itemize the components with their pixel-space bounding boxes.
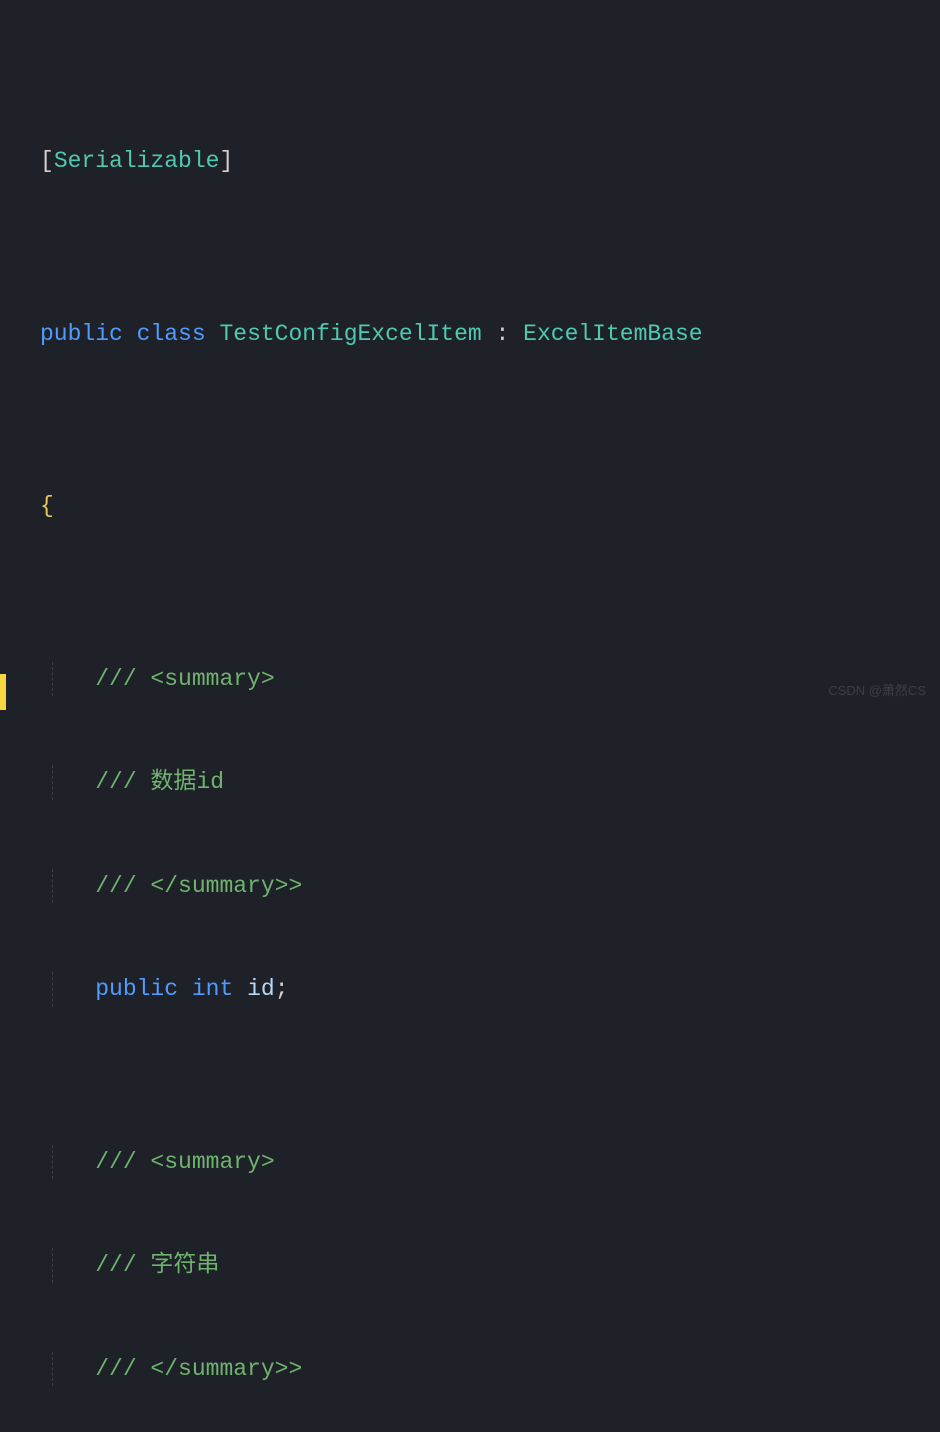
xml-doc: /// 数据id: [95, 769, 224, 795]
code-line: /// <summary>: [0, 662, 940, 697]
keyword-public: public: [40, 321, 123, 347]
xml-doc: /// </summary>>: [95, 873, 302, 899]
code-line: {: [0, 489, 940, 524]
code-line: /// <summary>: [0, 1145, 940, 1180]
xml-doc: /// 字符串: [95, 1252, 219, 1278]
code-editor[interactable]: [Serializable] public class TestConfigEx…: [0, 0, 940, 1432]
base-class: ExcelItemBase: [523, 321, 702, 347]
code-line: /// </summary>>: [0, 869, 940, 904]
code-line: /// </summary>>: [0, 1352, 940, 1387]
code-line: public int id;: [0, 972, 940, 1007]
attribute-name: Serializable: [54, 148, 220, 174]
xml-doc: /// <summary>: [95, 1149, 274, 1175]
gutter-highlight: [0, 674, 6, 710]
bracket-close: ]: [219, 148, 233, 174]
colon: :: [496, 321, 510, 347]
keyword-class: class: [137, 321, 206, 347]
keyword-public: public: [95, 976, 178, 1002]
code-line: public class TestConfigExcelItem : Excel…: [0, 317, 940, 352]
bracket-open: [: [40, 148, 54, 174]
class-name: TestConfigExcelItem: [219, 321, 481, 347]
type-keyword: int: [192, 976, 233, 1002]
xml-doc: /// </summary>>: [95, 1356, 302, 1382]
brace-open: {: [40, 493, 54, 519]
xml-doc: /// <summary>: [95, 666, 274, 692]
field-name: id: [247, 976, 275, 1002]
semicolon: ;: [275, 976, 289, 1002]
code-line: /// 字符串: [0, 1248, 940, 1283]
code-line: /// 数据id: [0, 765, 940, 800]
code-line: [Serializable]: [0, 144, 940, 179]
